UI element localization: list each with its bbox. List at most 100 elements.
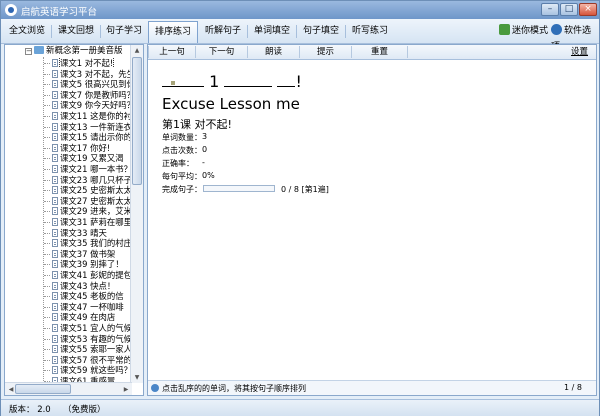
tree-item-lesson[interactable]: 课文23 哪几只杯子？ [44,175,132,185]
document-icon [52,324,58,332]
tree-item-lesson[interactable]: 课文43 快点！ [44,281,132,291]
settings-link[interactable]: 设置 [571,46,588,58]
tree-item-lesson[interactable]: 课文29 进来，艾米。 [44,206,132,216]
maximize-button[interactable]: □ [560,3,578,16]
tab-sentence-learning[interactable]: 句子学习 [102,22,146,40]
tree-item-lesson[interactable]: 课文11 这是你的衬衫吗？ [44,111,132,121]
answer-slot[interactable] [277,72,296,87]
stat-value: 0% [202,171,215,180]
toolbar-divider [51,25,52,38]
tree-item-lesson[interactable]: 课文5 很高兴见到你。 [44,79,132,89]
action-bar: 上一句 下一句 朗读 提示 重置 设置 [148,45,596,60]
tree-item-label: 课文43 快点！ [60,280,116,291]
tree-item-lesson[interactable]: 课文7 你是教师吗？ [44,90,132,100]
gear-icon [551,24,562,35]
cursor-marker-icon [171,81,175,85]
tree-item-lesson[interactable]: 课文17 你好! [44,143,132,153]
scroll-thumb[interactable] [15,384,71,394]
tree-root-label: 新概念第一册美音版 [46,46,123,56]
tree-horizontal-scrollbar[interactable]: ◀ ▶ [5,382,132,395]
stat-value: 0 [202,145,208,154]
info-icon [151,384,159,392]
tree-item-lesson[interactable]: 课文21 哪一本书？ [44,164,132,174]
scroll-right-icon[interactable]: ▶ [120,386,132,393]
scroll-up-icon[interactable]: ▲ [131,47,143,54]
tree-item-label: 课文39 别摔了！ [60,259,124,270]
document-icon [52,143,58,152]
reset-button[interactable]: 重置 [352,46,408,58]
tab-text-recall[interactable]: 课文回想 [54,22,98,40]
stat-value: 3 [202,132,208,141]
tree-item-lesson[interactable]: 课文13 一件新连衣裙 [44,122,132,132]
document-icon [52,345,58,354]
answer-slot[interactable] [162,72,184,87]
tab-sort-practice[interactable]: 排序练习 [148,21,198,43]
tree-item-lesson[interactable]: 课文27 史密斯太太的客厅 [44,196,132,206]
tree-root[interactable]: − 新概念第一册美音版 [25,46,123,56]
document-icon [52,302,58,311]
tree-item-label: 课文49 在肉店 [60,312,116,323]
tree-item-label: 课文9 你今天好吗？ [60,100,132,111]
tree-item-lesson[interactable]: 课文49 在肉店 [44,312,132,322]
lesson-title: 第1课 对不起! [162,118,232,131]
tree-item-lesson[interactable]: 课文3 对不起，先生。 [44,69,132,79]
tree-item-lesson[interactable]: 课文19 又累又渴 [44,153,132,163]
hint-button[interactable]: 提示 [300,46,352,58]
close-button[interactable]: × [579,3,597,16]
minimize-button[interactable]: – [541,3,559,16]
tree-item-lesson[interactable]: 课文39 别摔了！ [44,259,132,269]
answer-slot[interactable] [224,72,273,87]
tree-item-lesson[interactable]: 课文37 做书架 [44,249,132,259]
answer-blanks[interactable]: 1 ! [162,72,302,91]
tree-item-lesson[interactable]: 课文51 宜人的气候 [44,323,132,333]
previous-sentence-button[interactable]: 上一句 [148,46,196,58]
tree-item-lesson[interactable]: 课文9 你今天好吗？ [44,100,132,110]
tree-item-lesson[interactable]: 课文31 萨莉在哪里？ [44,217,132,227]
scroll-down-icon[interactable]: ▼ [131,374,143,381]
next-sentence-button[interactable]: 下一句 [196,46,248,58]
tree-item-lesson[interactable]: 课文41 彭妮的提包 [44,270,132,280]
tree-item-label: 课文41 彭妮的提包 [60,270,132,280]
tree-vertical-scrollbar[interactable]: ▲ ▼ [130,45,143,383]
mini-mode-button[interactable]: 迷你模式 [499,23,548,39]
software-options-button[interactable]: 软件选项 [551,23,599,52]
tree-item-lesson[interactable]: 课文57 很不平常的一天 [44,355,132,365]
scrambled-words[interactable]: Excuse Lesson me [162,95,300,113]
document-icon [52,334,58,343]
tree-item-lesson[interactable]: 课文53 有趣的气候 [44,334,132,344]
tree-item-lesson[interactable]: 课文35 我们的村庄 [44,238,132,248]
tab-word-fill[interactable]: 单词填空 [250,22,294,40]
tab-listen-sentence[interactable]: 听解句子 [201,22,245,40]
tree-item-lesson[interactable]: 课文33 晴天 [44,228,132,238]
document-icon [52,80,58,89]
answer-slot[interactable] [184,72,204,87]
lesson-tree[interactable]: − 新概念第一册美音版 课文1 对不起!课文3 对不起，先生。课文5 很高兴见到你… [5,45,132,383]
tree-item-label: 课文51 宜人的气候 [60,323,132,333]
document-icon [52,281,58,290]
tab-sentence-fill[interactable]: 句子填空 [299,22,343,40]
tab-dictation[interactable]: 听写练习 [348,22,392,40]
mini-mode-label: 迷你模式 [512,26,549,36]
tab-full-text-browse[interactable]: 全文浏览 [5,22,49,40]
mini-mode-icon [499,24,510,35]
tree-item-lesson[interactable]: 课文1 对不起! [44,58,132,68]
document-icon [52,165,58,173]
collapse-icon[interactable]: − [25,48,32,55]
title-bar[interactable]: 启航英语学习平台 – □ × [1,1,599,19]
tree-item-lesson[interactable]: 课文25 史密斯太太的厨房 [44,185,132,195]
scroll-thumb[interactable] [132,57,142,185]
tree-item-lesson[interactable]: 课文15 请出示你的护照 [44,132,132,142]
tree-item-lesson[interactable]: 课文45 老板的信 [44,291,132,301]
edition-label: （免费版） [63,405,106,415]
sentence-progress-bar [203,185,275,192]
tree-item-lesson[interactable]: 课文47 一杯咖啡 [44,302,132,312]
document-icon [52,154,58,163]
tree-item-label: 课文53 有趣的气候 [60,333,132,344]
tree-item-lesson[interactable]: 课文55 索耶一家人 [44,344,132,354]
document-icon [52,292,58,301]
read-aloud-button[interactable]: 朗读 [248,46,300,58]
toolbar-divider [247,25,248,38]
version-label: 版本： 2.0 [9,405,51,415]
tree-item-lesson[interactable]: 课文59 就这些吗？ [44,365,132,375]
document-icon [52,196,58,205]
